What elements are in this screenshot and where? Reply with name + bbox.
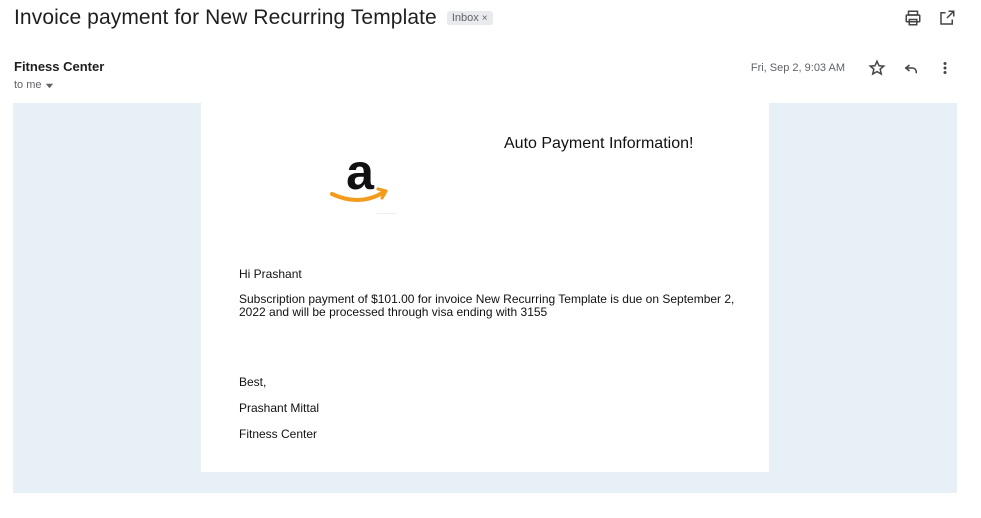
more-vert-icon[interactable] xyxy=(935,58,955,78)
payment-details-text: Subscription payment of $101.00 for invo… xyxy=(239,292,735,319)
recipient-toggle[interactable]: to me xyxy=(14,79,104,91)
amazon-logo: a xyxy=(315,131,405,215)
svg-text:a: a xyxy=(346,144,375,200)
email-content-card: a Auto Payment Information! Hi Prashant … xyxy=(201,103,769,472)
open-in-new-icon[interactable] xyxy=(937,8,957,28)
recipient-text: to me xyxy=(14,79,42,91)
inbox-label-text: Inbox xyxy=(451,12,479,24)
sender-block: Fitness Center to me xyxy=(14,59,104,91)
message-meta: Fri, Sep 2, 9:03 AM xyxy=(751,58,955,78)
signature-name: Prashant Mittal xyxy=(239,401,320,415)
message-date: Fri, Sep 2, 9:03 AM xyxy=(750,62,845,74)
star-icon[interactable] xyxy=(867,58,887,78)
email-subject: Invoice payment for New Recurring Templa… xyxy=(14,6,437,29)
sender-name: Fitness Center xyxy=(14,59,105,74)
top-actions xyxy=(903,8,957,28)
greeting-text: Hi Prashant xyxy=(239,267,302,281)
reply-icon[interactable] xyxy=(901,58,921,78)
auto-payment-heading: Auto Payment Information! xyxy=(504,135,694,152)
closing-text: Best, xyxy=(239,375,267,389)
logo-divider xyxy=(377,213,397,214)
dropdown-icon xyxy=(45,83,53,88)
subject-row: Invoice payment for New Recurring Templa… xyxy=(14,6,493,30)
print-icon[interactable] xyxy=(903,8,923,28)
remove-label-icon[interactable]: × xyxy=(482,13,488,24)
inbox-label-chip[interactable]: Inbox × xyxy=(446,11,493,25)
signature-organization: Fitness Center xyxy=(239,427,318,441)
